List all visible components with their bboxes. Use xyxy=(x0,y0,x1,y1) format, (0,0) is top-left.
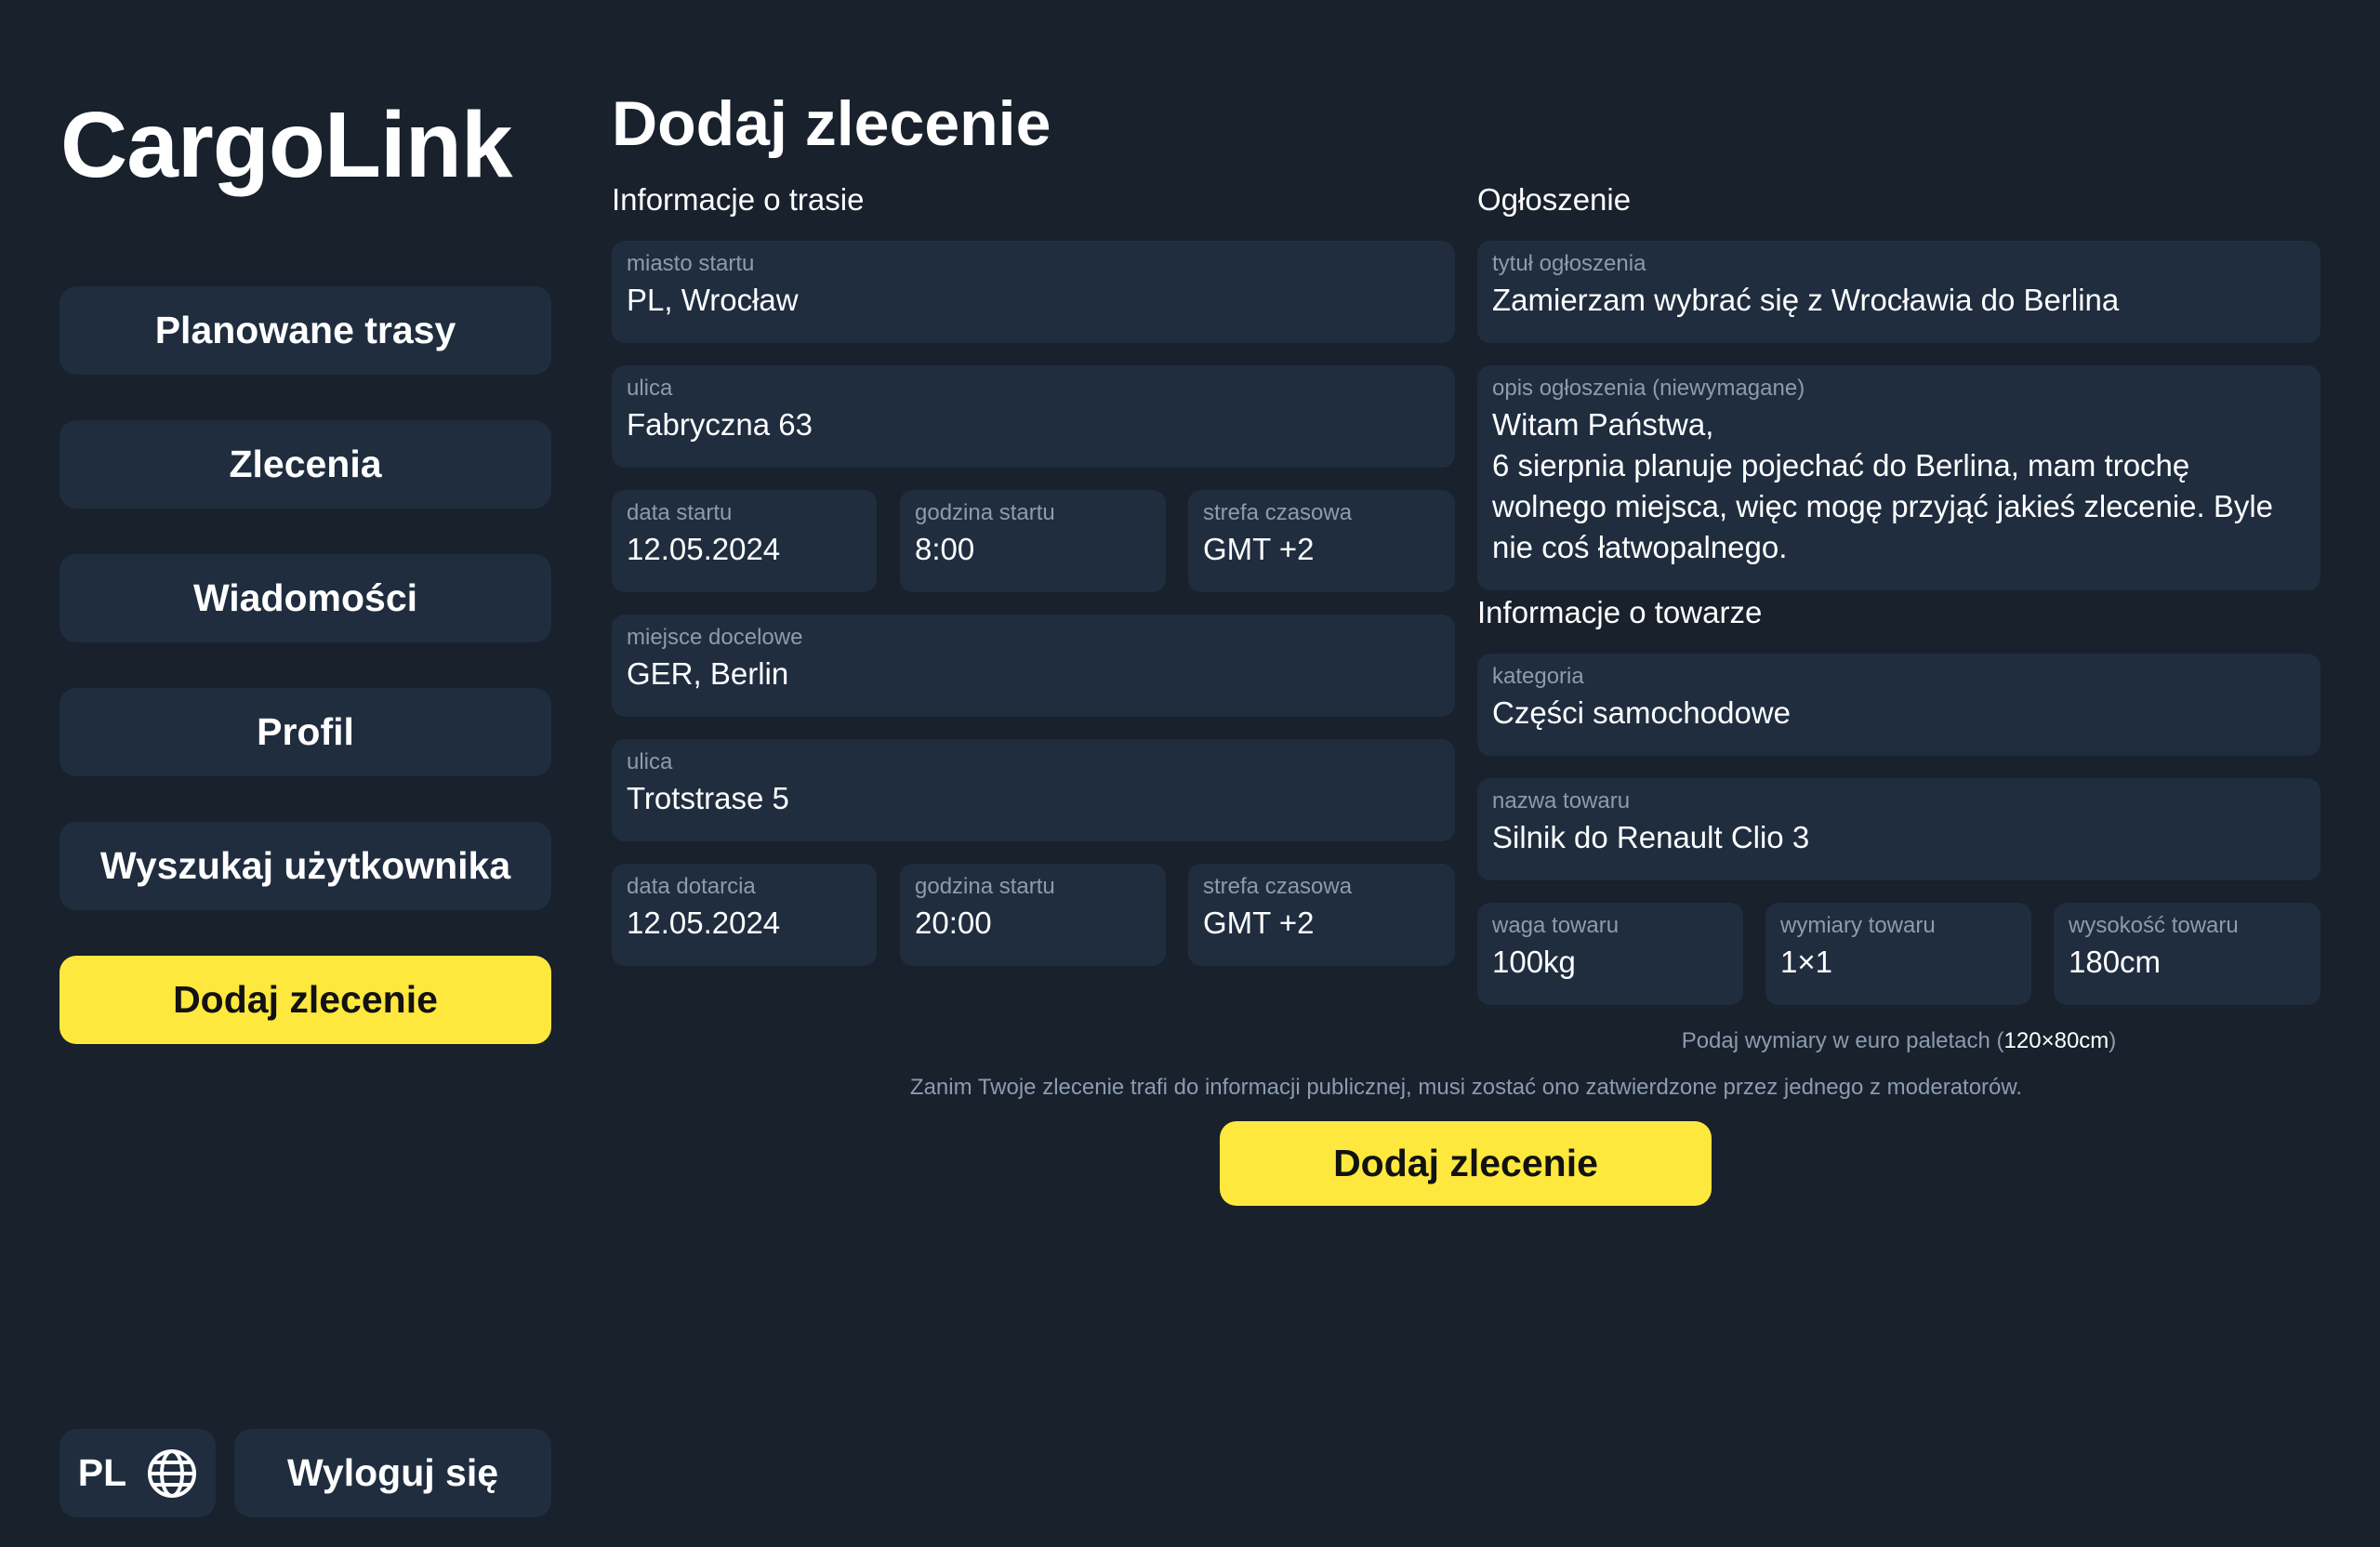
app-logo: CargoLink xyxy=(60,93,512,197)
start-street-field[interactable]: ulica Fabryczna 63 xyxy=(612,365,1455,468)
height-value: 180cm xyxy=(2069,945,2162,979)
sidebar-item-planned-routes[interactable]: Planowane trasy xyxy=(60,286,551,375)
start-timezone-field[interactable]: strefa czasowa GMT +2 xyxy=(1188,490,1455,592)
ad-description-value: Witam Państwa, 6 sierpnia planuje pojech… xyxy=(1492,407,2274,564)
ad-description-field[interactable]: opis ogłoszenia (niewymagane) Witam Pańs… xyxy=(1477,365,2320,590)
logout-button[interactable]: Wyloguj się xyxy=(234,1429,551,1517)
start-time-label: godzina startu xyxy=(915,500,1055,525)
start-time-field[interactable]: godzina startu 8:00 xyxy=(900,490,1166,592)
start-street-label: ulica xyxy=(627,376,673,401)
dimensions-value: 1×1 xyxy=(1780,945,1832,979)
dimensions-hint: Podaj wymiary w euro paletach (120×80cm) xyxy=(1477,1027,2320,1055)
page-title: Dodaj zlecenie xyxy=(612,88,1051,159)
submit-order-button[interactable]: Dodaj zlecenie xyxy=(1220,1121,1712,1206)
route-section-title: Informacje o trasie xyxy=(612,182,865,217)
weight-value: 100kg xyxy=(1492,945,1576,979)
moderation-note: Zanim Twoje zlecenie trafi do informacji… xyxy=(909,1075,2023,1100)
dimensions-hint-suffix: ) xyxy=(2109,1028,2117,1053)
height-label: wysokość towaru xyxy=(2069,913,2239,938)
goods-section-title: Informacje o towarze xyxy=(1477,595,1763,629)
start-date-field[interactable]: data startu 12.05.2024 xyxy=(612,490,877,592)
arrival-time-value: 20:00 xyxy=(915,906,992,940)
ad-section-title: Ogłoszenie xyxy=(1477,182,1632,217)
destination-value: GER, Berlin xyxy=(627,656,789,691)
category-value: Części samochodowe xyxy=(1492,695,1791,730)
category-label: kategoria xyxy=(1492,664,1584,689)
arrival-time-field[interactable]: godzina startu 20:00 xyxy=(900,864,1166,966)
start-time-value: 8:00 xyxy=(915,532,975,566)
destination-field[interactable]: miejsce docelowe GER, Berlin xyxy=(612,615,1455,717)
dimensions-field[interactable]: wymiary towaru 1×1 xyxy=(1765,903,2031,1005)
start-timezone-value: GMT +2 xyxy=(1203,532,1315,566)
arrival-timezone-value: GMT +2 xyxy=(1203,906,1315,940)
destination-label: miejsce docelowe xyxy=(627,625,803,650)
start-street-value: Fabryczna 63 xyxy=(627,407,813,442)
arrival-timezone-field[interactable]: strefa czasowa GMT +2 xyxy=(1188,864,1455,966)
dest-street-label: ulica xyxy=(627,749,673,774)
start-date-value: 12.05.2024 xyxy=(627,532,781,566)
arrival-date-field[interactable]: data dotarcia 12.05.2024 xyxy=(612,864,877,966)
height-field[interactable]: wysokość towaru 180cm xyxy=(2054,903,2320,1005)
sidebar-item-search-user[interactable]: Wyszukaj użytkownika xyxy=(60,822,551,910)
arrival-date-label: data dotarcia xyxy=(627,874,756,899)
dimensions-hint-prefix: Podaj wymiary w euro paletach ( xyxy=(1681,1028,2004,1053)
start-date-label: data startu xyxy=(627,500,733,525)
start-city-label: miasto startu xyxy=(627,251,755,276)
ad-title-field[interactable]: tytuł ogłoszenia Zamierzam wybrać się z … xyxy=(1477,241,2320,343)
dimensions-hint-value: 120×80cm xyxy=(2003,1028,2109,1053)
start-city-value: PL, Wrocław xyxy=(627,283,799,317)
start-city-field[interactable]: miasto startu PL, Wrocław xyxy=(612,241,1455,343)
arrival-time-label: godzina startu xyxy=(915,874,1055,899)
sidebar-item-orders[interactable]: Zlecenia xyxy=(60,420,551,509)
ad-title-label: tytuł ogłoszenia xyxy=(1492,251,1646,276)
app: CargoLink Planowane trasy Zlecenia Wiado… xyxy=(0,0,2380,1547)
goods-name-field[interactable]: nazwa towaru Silnik do Renault Clio 3 xyxy=(1477,778,2320,880)
start-timezone-label: strefa czasowa xyxy=(1203,500,1353,525)
sidebar-item-profile[interactable]: Profil xyxy=(60,688,551,776)
category-field[interactable]: kategoria Części samochodowe xyxy=(1477,654,2320,756)
globe-icon xyxy=(147,1448,197,1499)
ad-title-value: Zamierzam wybrać się z Wrocławia do Berl… xyxy=(1492,283,2120,317)
weight-field[interactable]: waga towaru 100kg xyxy=(1477,903,1743,1005)
dest-street-value: Trotstrase 5 xyxy=(627,781,789,815)
sidebar-item-messages[interactable]: Wiadomości xyxy=(60,554,551,642)
ad-description-label: opis ogłoszenia (niewymagane) xyxy=(1492,376,1805,401)
language-button[interactable]: PL xyxy=(60,1429,216,1517)
dimensions-label: wymiary towaru xyxy=(1780,913,1936,938)
dest-street-field[interactable]: ulica Trotstrase 5 xyxy=(612,739,1455,841)
arrival-date-value: 12.05.2024 xyxy=(627,906,781,940)
language-code: PL xyxy=(77,1451,127,1494)
goods-name-value: Silnik do Renault Clio 3 xyxy=(1492,820,1810,854)
arrival-timezone-label: strefa czasowa xyxy=(1203,874,1353,899)
weight-label: waga towaru xyxy=(1492,913,1620,938)
goods-name-label: nazwa towaru xyxy=(1492,788,1631,813)
sidebar-item-add-order[interactable]: Dodaj zlecenie xyxy=(60,956,551,1044)
